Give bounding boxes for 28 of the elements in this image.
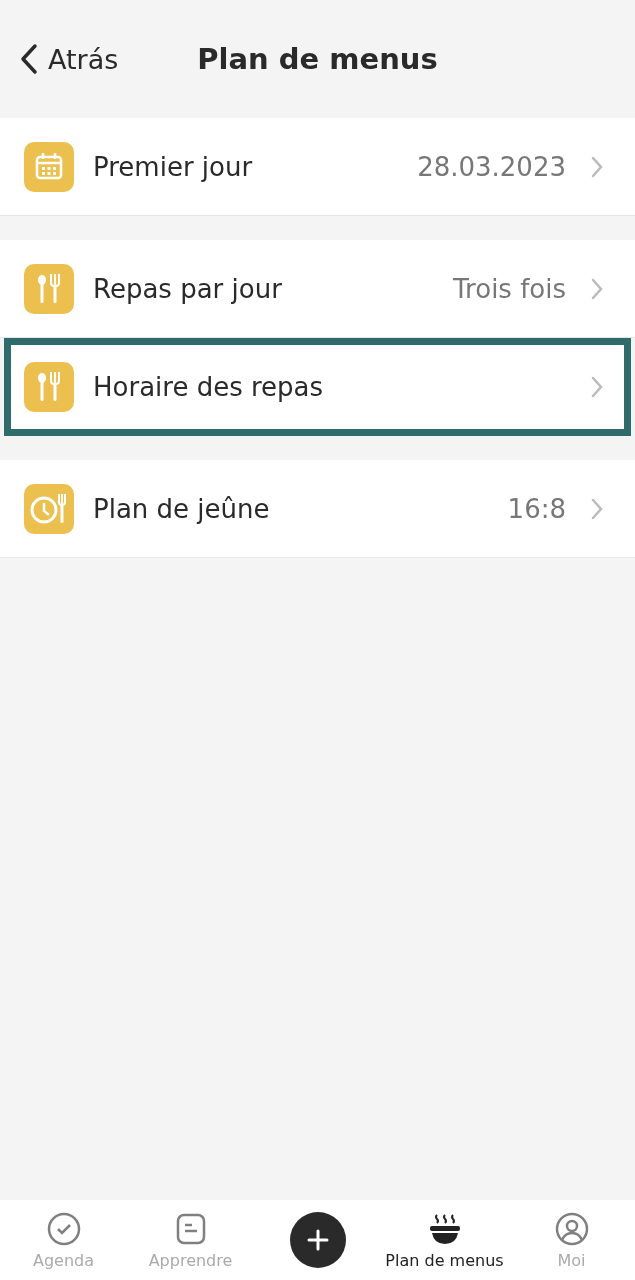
profile-icon [554, 1211, 589, 1246]
row-value: Trois fois [453, 273, 566, 304]
settings-row[interactable]: Horaire des repas [4, 338, 631, 436]
cutlery-icon [24, 361, 74, 412]
back-chevron-icon [20, 43, 38, 75]
row-label: Horaire des repas [93, 371, 325, 402]
row-label: Premier jour [93, 151, 254, 182]
row-label: Plan de jeûne [93, 493, 271, 524]
tab[interactable]: Plan de menus [381, 1210, 508, 1270]
settings-row[interactable]: Premier jour 28.03.2023 [0, 118, 635, 216]
page-title: Plan de menus [197, 42, 438, 76]
settings-row[interactable]: Plan de jeûne 16:8 [0, 460, 635, 558]
chevron-right-icon [591, 277, 603, 300]
clock-fork-icon [24, 483, 74, 534]
settings-row[interactable]: Repas par jour Trois fois [0, 240, 635, 338]
row-value: 28.03.2023 [417, 151, 566, 182]
plus-icon [306, 1229, 329, 1251]
chevron-right-icon [591, 375, 603, 398]
check-circle-icon [46, 1211, 81, 1246]
chevron-right-icon [591, 497, 603, 520]
note-icon [175, 1212, 206, 1245]
row-label: Repas par jour [93, 273, 283, 304]
calendar-icon [24, 141, 74, 192]
row-value: 16:8 [507, 493, 566, 524]
chevron-right-icon [591, 155, 603, 178]
back-button[interactable]: Atrás [20, 43, 119, 75]
steaming-bowl-icon [428, 1212, 461, 1245]
cutlery-icon [24, 263, 74, 314]
